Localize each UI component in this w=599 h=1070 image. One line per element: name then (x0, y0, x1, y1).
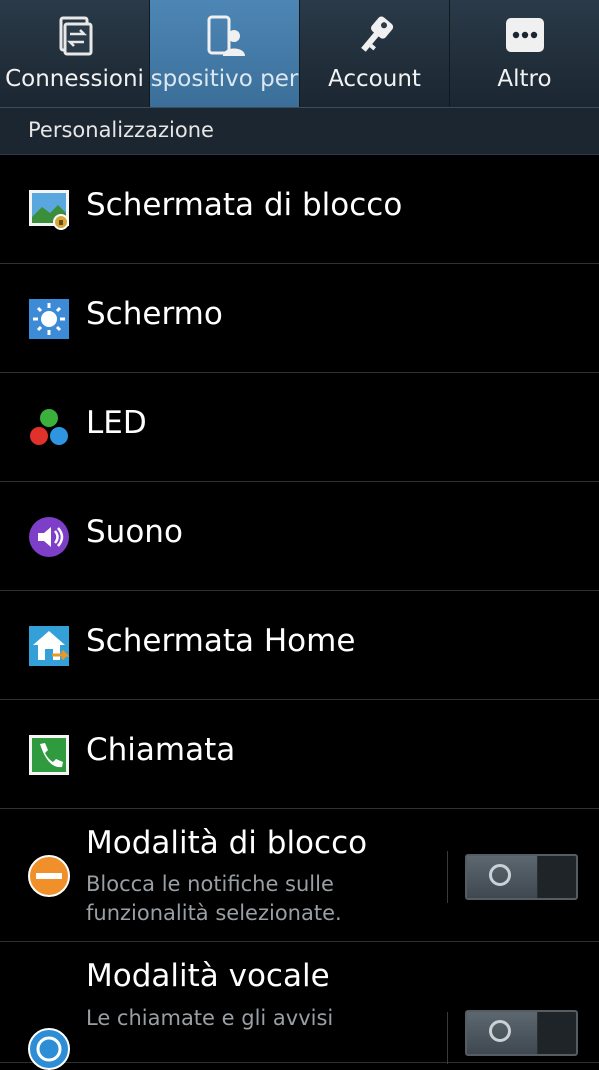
sound-icon (29, 517, 69, 557)
divider (447, 851, 448, 903)
item-label: Modalità di blocco (86, 825, 368, 861)
item-label: LED (86, 405, 147, 441)
item-description: Blocca le notifiche sulle funzionalità s… (86, 872, 342, 925)
list-item-lockscreen[interactable]: Schermata di blocco (0, 155, 599, 264)
tab-label: Account (328, 66, 421, 92)
home-screen-icon (29, 626, 70, 666)
list-item-driving-mode[interactable]: Modalità vocale Le chiamate e gli avvisi (0, 942, 599, 1070)
item-label: Chiamata (86, 732, 236, 768)
phone-call-icon (29, 735, 69, 775)
list-item-blocking-mode[interactable]: Modalità di blocco Blocca le notifiche s… (0, 809, 599, 942)
section-header: Personalizzazione (0, 108, 599, 155)
tab-connessioni[interactable]: Connessioni (0, 0, 150, 107)
tab-altro[interactable]: Altro (450, 0, 599, 107)
tab-label: Altro (497, 66, 552, 92)
toggle-knob (467, 1012, 538, 1054)
display-brightness-icon (29, 299, 69, 339)
divider (447, 1012, 448, 1064)
list-item-suono[interactable]: Suono (0, 482, 599, 591)
tab-dispositivo[interactable]: spositivo per (150, 0, 300, 107)
blocking-mode-toggle[interactable] (465, 854, 578, 900)
list-item-home[interactable]: Schermata Home (0, 591, 599, 700)
lockscreen-icon (29, 190, 69, 230)
tab-label: Connessioni (5, 66, 144, 92)
driving-mode-icon (28, 1028, 70, 1070)
item-label: Schermata di blocco (86, 187, 403, 223)
section-title: Personalizzazione (28, 118, 214, 142)
item-label: Modalità vocale (86, 958, 330, 994)
item-label: Schermata Home (86, 623, 356, 659)
tab-bar: Connessioni spositivo per Account Altro (0, 0, 599, 108)
led-icon (30, 409, 68, 445)
list-item-led[interactable]: LED (0, 373, 599, 482)
tab-account[interactable]: Account (300, 0, 450, 107)
connections-icon (53, 14, 97, 58)
item-label: Suono (86, 514, 183, 550)
tab-label: spositivo per (150, 66, 299, 92)
device-person-icon (203, 14, 247, 58)
item-description: Le chiamate e gli avvisi (86, 1006, 334, 1030)
key-icon (353, 14, 397, 58)
list-item-chiamata[interactable]: Chiamata (0, 700, 599, 809)
more-icon (503, 14, 547, 58)
item-label: Schermo (86, 296, 223, 332)
list-item-schermo[interactable]: Schermo (0, 264, 599, 373)
settings-list: Schermata di blocco Schermo LED Suono Sc… (0, 155, 599, 1070)
driving-mode-toggle[interactable] (465, 1010, 578, 1056)
toggle-knob (467, 856, 538, 898)
blocking-mode-icon (28, 855, 70, 897)
